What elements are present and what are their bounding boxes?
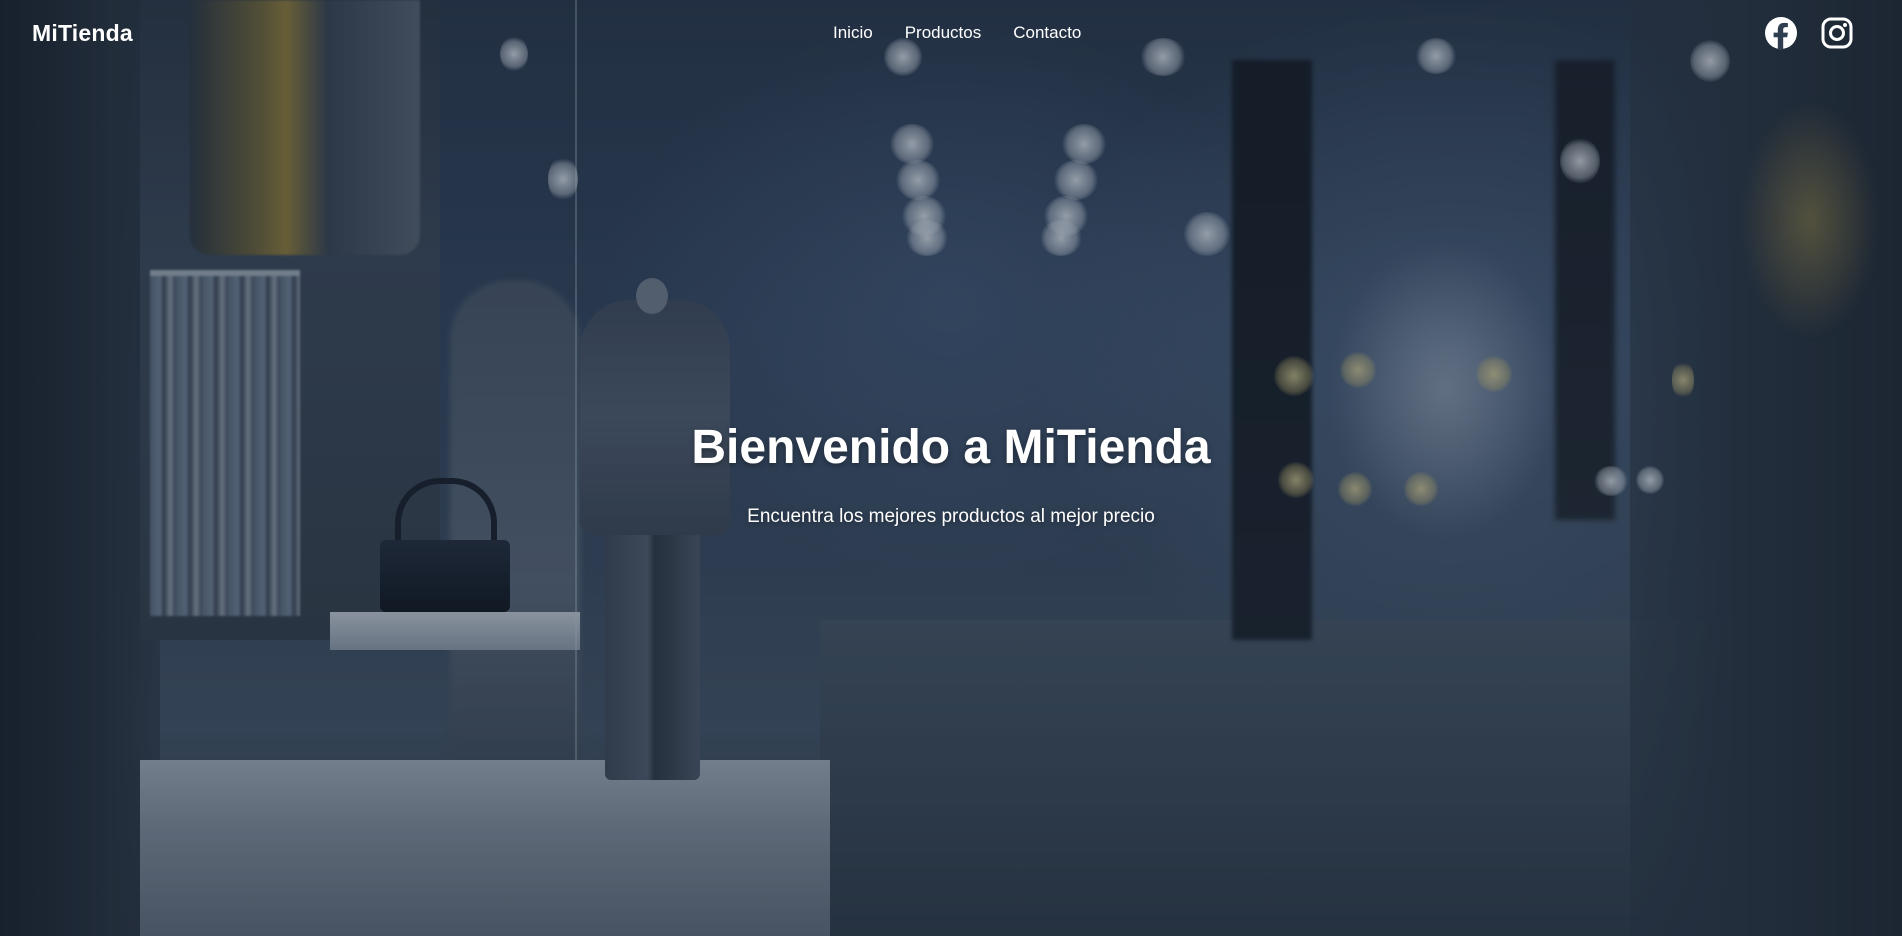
hero-content: Bienvenido a MiTienda Encuentra los mejo…	[0, 0, 1902, 936]
nav-link-inicio[interactable]: Inicio	[833, 23, 873, 43]
nav-link-contacto[interactable]: Contacto	[1013, 23, 1081, 43]
top-navbar: MiTienda Inicio Productos Contacto	[0, 0, 1902, 68]
nav-links: Inicio Productos Contacto	[833, 23, 1081, 43]
social-links	[1764, 16, 1854, 50]
hero-section: MiTienda Inicio Productos Contacto Bienv…	[0, 0, 1902, 936]
brand-logo[interactable]: MiTienda	[32, 20, 133, 47]
facebook-icon	[1765, 17, 1797, 50]
nav-link-productos[interactable]: Productos	[905, 23, 982, 43]
hero-subtitle: Encuentra los mejores productos al mejor…	[747, 506, 1155, 527]
hero-title: Bienvenido a MiTienda	[691, 421, 1211, 474]
instagram-link[interactable]	[1820, 16, 1854, 50]
instagram-icon	[1821, 17, 1853, 49]
facebook-link[interactable]	[1764, 16, 1798, 50]
